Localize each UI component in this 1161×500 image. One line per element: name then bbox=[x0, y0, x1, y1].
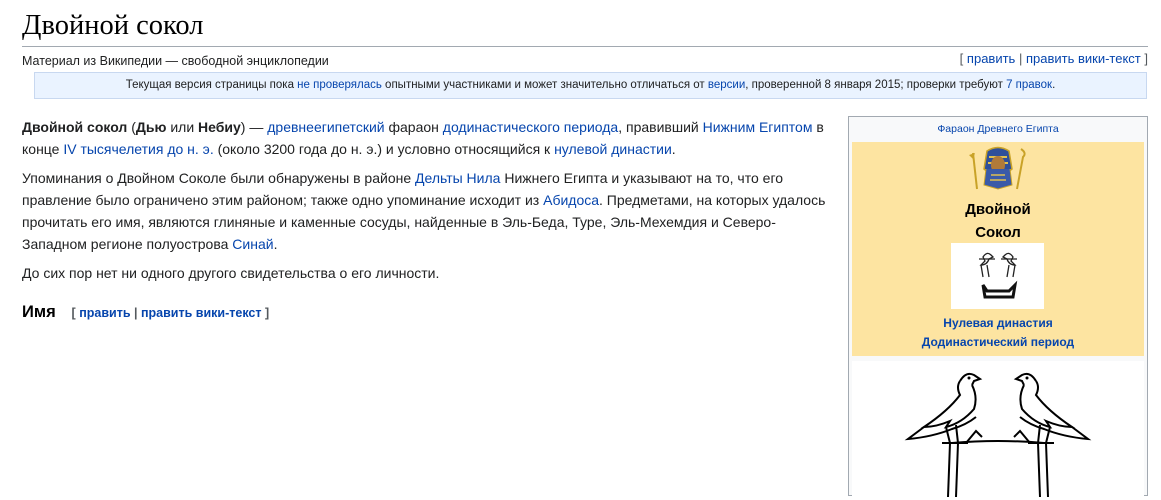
link-predynastic-period[interactable]: додинастического периода bbox=[443, 119, 618, 135]
text: фараон bbox=[384, 119, 443, 135]
link-abydos[interactable]: Абидоса bbox=[543, 192, 599, 208]
link-dynasty-zero[interactable]: нулевой династии bbox=[554, 141, 672, 157]
link-millennium[interactable]: IV тысячелетия до н. э. bbox=[63, 141, 213, 157]
notice-text: , проверенной 8 января 2015; проверки тр… bbox=[745, 79, 1007, 91]
edit-link[interactable]: править bbox=[967, 51, 1015, 66]
text: ( bbox=[127, 119, 136, 135]
notice-unreviewed-link[interactable]: не проверялась bbox=[297, 79, 382, 91]
section-heading-name: Имя [ править | править вики-текст ] bbox=[22, 299, 269, 323]
section-edit-source-link[interactable]: править вики-текст bbox=[141, 306, 262, 320]
text: ) — bbox=[240, 119, 268, 135]
infobox-hieroglyph-image[interactable] bbox=[852, 361, 1144, 498]
section-edit-links: [ править | править вики-текст ] bbox=[72, 306, 270, 320]
article-body: Двойной сокол (Дью или Небиу) — древнеег… bbox=[22, 116, 834, 291]
infobox-caption-link[interactable]: Фараон Древнего Египта bbox=[937, 123, 1058, 135]
double-falcon-hieroglyph-icon bbox=[904, 372, 1092, 498]
separator: | bbox=[134, 306, 138, 320]
notice-pending-edits-link[interactable]: 7 правок bbox=[1006, 79, 1052, 91]
double-falcon-serekh-icon bbox=[979, 252, 1018, 299]
paragraph-no-evidence: До сих пор нет ни одного другого свидете… bbox=[22, 265, 440, 281]
text: . bbox=[671, 141, 676, 157]
notice-text: Текущая версия страницы пока bbox=[125, 79, 298, 91]
infobox-period-link[interactable]: Додинастический период bbox=[852, 335, 1144, 349]
infobox-pharaoh-header: Двойной Сокол Нулевая династия Додинасти… bbox=[852, 142, 1144, 356]
text: , правивший bbox=[618, 119, 703, 135]
page-edit-links: [ править | править вики-текст ] bbox=[960, 51, 1148, 66]
notice-text: опытными участниками и может значительно… bbox=[381, 79, 708, 91]
notice-version-link[interactable]: версии bbox=[708, 79, 745, 91]
separator: | bbox=[1018, 51, 1023, 66]
bracket-open: [ bbox=[71, 306, 76, 320]
text: Упоминания о Двойном Соколе были обнаруж… bbox=[22, 170, 416, 186]
link-sinai[interactable]: Синай bbox=[232, 236, 273, 252]
bracket-close: ] bbox=[264, 306, 270, 320]
notice-text: . bbox=[1052, 79, 1056, 91]
text: или bbox=[166, 119, 199, 135]
bracket-open: [ bbox=[959, 51, 964, 66]
pharaoh-name-line: Сокол bbox=[975, 224, 1021, 241]
infobox-caption: Фараон Древнего Египта bbox=[849, 117, 1147, 141]
flagged-revision-notice: Текущая версия страницы пока не проверял… bbox=[34, 72, 1147, 99]
site-tagline: Материал из Википедии — свободной энцикл… bbox=[22, 54, 329, 68]
pharaoh-crown-icon bbox=[969, 146, 1026, 190]
edit-source-link[interactable]: править вики-текст bbox=[1026, 51, 1141, 66]
section-edit-link[interactable]: править bbox=[79, 306, 130, 320]
link-lower-egypt[interactable]: Нижним Египтом bbox=[703, 119, 813, 135]
link-ancient-egyptian[interactable]: древнеегипетский bbox=[267, 119, 384, 135]
bold-term: Двойной сокол bbox=[22, 119, 128, 135]
serekh-image[interactable] bbox=[951, 243, 1044, 309]
bracket-close: ] bbox=[1144, 51, 1148, 66]
bold-term: Дью bbox=[135, 119, 167, 135]
pharaoh-name: Двойной Сокол bbox=[852, 198, 1144, 244]
page-title: Двойной сокол bbox=[22, 6, 1148, 47]
section-title: Имя bbox=[22, 303, 56, 321]
paragraph-intro: Двойной сокол (Дью или Небиу) — древнеег… bbox=[22, 116, 834, 160]
pharaoh-name-line: Двойной bbox=[965, 201, 1031, 218]
infobox-dynasty-link[interactable]: Нулевая династия bbox=[852, 316, 1144, 330]
link-nile-delta[interactable]: Дельты Нила bbox=[415, 170, 500, 186]
paragraph-mentions: Упоминания о Двойном Соколе были обнаруж… bbox=[22, 167, 834, 255]
bold-term: Небиу bbox=[198, 119, 241, 135]
text: . bbox=[273, 236, 278, 252]
infobox: Фараон Древнего Египта Двойной Сокол Нул… bbox=[848, 116, 1148, 498]
text: (около 3200 года до н. э.) и условно отн… bbox=[213, 141, 555, 157]
